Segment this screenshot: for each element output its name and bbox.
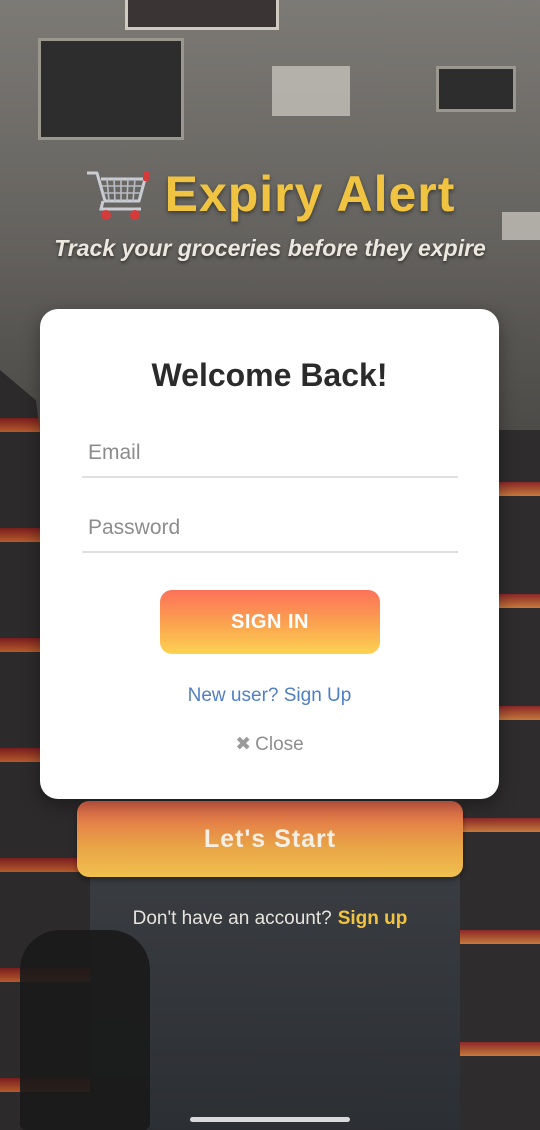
new-user-sign-up-link[interactable]: New user? Sign Up [40,685,499,707]
close-x-icon: ✖ [235,734,252,755]
app-tagline: Track your groceries before they expire [54,235,486,261]
ceiling-vent [436,66,516,112]
shopping-cart-icon [86,171,149,220]
home-indicator[interactable] [190,1117,350,1122]
login-modal: Welcome Back! SIGN IN New user? Sign Up … [40,309,499,799]
welcome-title: Welcome Back! [151,357,388,393]
no-account-text: Don't have an account? [132,908,332,929]
password-field[interactable] [82,505,458,553]
step-stool [20,930,150,1130]
sign-up-link[interactable]: Sign up [338,908,408,929]
close-label: Close [255,734,304,755]
ceiling-light [272,66,350,116]
app-title: Expiry Alert [164,166,456,222]
app-header: Expiry Alert Track your groceries before… [0,165,540,262]
email-field[interactable] [82,430,458,478]
lets-start-button[interactable]: Let's Start [77,801,463,877]
sign-in-button[interactable]: SIGN IN [160,590,380,654]
close-button[interactable]: ✖ Close [40,733,499,756]
ceiling-vent [38,38,184,140]
no-account-line: Don't have an account? Sign up [0,908,540,930]
